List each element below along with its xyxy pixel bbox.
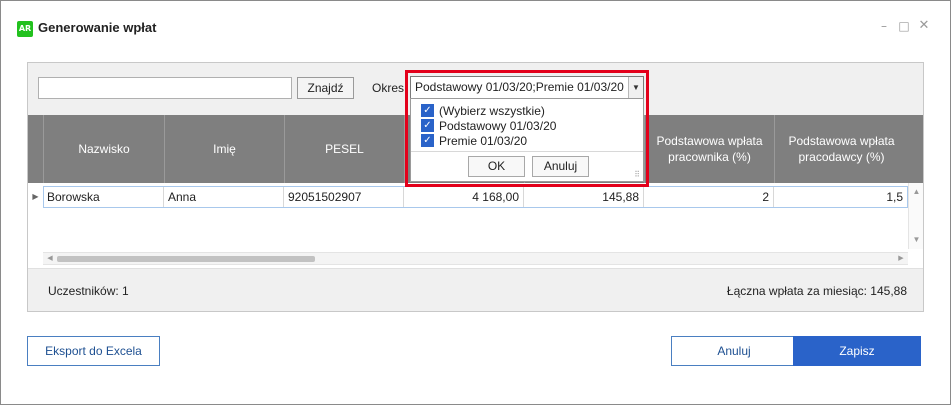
cancel-button[interactable]: Anuluj [671, 336, 797, 366]
close-icon[interactable]: ✕ [917, 19, 931, 33]
title-bar: AR Generowanie wpłat – □ ✕ [1, 1, 950, 51]
cell-pesel[interactable]: 92051502907 [284, 186, 404, 208]
scroll-down-icon[interactable]: ▼ [909, 235, 924, 244]
scroll-left-icon[interactable]: ◀ [44, 253, 56, 265]
save-button[interactable]: Zapisz [793, 336, 921, 366]
window-title: Generowanie wpłat [38, 20, 157, 35]
cell-surname[interactable]: Borowska [43, 186, 164, 208]
column-header-pesel[interactable]: PESEL [284, 115, 404, 183]
column-header-employer-rate[interactable]: Podstawowa wpłata pracodawcy (%) [774, 115, 908, 183]
chevron-down-icon[interactable]: ▼ [628, 77, 643, 98]
vertical-scrollbar[interactable]: ▲ ▼ [908, 183, 923, 249]
period-select[interactable]: Podstawowy 01/03/20;Premie 01/03/20 ▼ [410, 76, 644, 99]
find-button[interactable]: Znajdź [297, 77, 354, 99]
period-select-value: Podstawowy 01/03/20;Premie 01/03/20 [415, 80, 624, 94]
maximize-icon[interactable]: □ [897, 19, 911, 33]
column-header-surname[interactable]: Nazwisko [43, 115, 164, 183]
option-basic[interactable]: ✓ Podstawowy 01/03/20 [421, 118, 556, 133]
horizontal-scrollbar[interactable]: ◀ ▶ [43, 252, 908, 265]
minimize-icon[interactable]: – [877, 19, 891, 33]
option-label: (Wybierz wszystkie) [439, 103, 545, 118]
checkbox-checked-icon[interactable]: ✓ [421, 104, 434, 117]
period-dropdown: ✓ (Wybierz wszystkie) ✓ Podstawowy 01/03… [410, 98, 644, 182]
column-header-employee-rate[interactable]: Podstawowa wpłata pracownika (%) [644, 115, 774, 183]
cell-firstname[interactable]: Anna [164, 186, 284, 208]
column-header-firstname[interactable]: Imię [164, 115, 284, 183]
checkbox-checked-icon[interactable]: ✓ [421, 134, 434, 147]
monthly-total: Łączna wpłata za miesiąc: 145,88 [726, 284, 907, 298]
checkbox-checked-icon[interactable]: ✓ [421, 119, 434, 132]
participants-count: Uczestników: 1 [48, 284, 129, 298]
export-excel-button[interactable]: Eksport do Excela [27, 336, 160, 366]
period-label: Okres: [372, 81, 408, 95]
dropdown-divider [411, 151, 643, 152]
app-icon: AR [17, 21, 33, 37]
dialog-window: AR Generowanie wpłat – □ ✕ Znajdź Okres:… [0, 0, 951, 405]
row-selector-header [28, 115, 43, 183]
scroll-up-icon[interactable]: ▲ [909, 187, 924, 196]
cell-contribution[interactable]: 145,88 [524, 186, 644, 208]
horizontal-scroll-thumb[interactable] [57, 256, 315, 262]
option-bonus[interactable]: ✓ Premie 01/03/20 [421, 133, 527, 148]
table-row[interactable]: ▶ Borowska Anna 92051502907 4 168,00 145… [28, 186, 908, 208]
cell-employee-rate[interactable]: 2 [644, 186, 774, 208]
option-label: Podstawowy 01/03/20 [439, 118, 557, 133]
cell-salary[interactable]: 4 168,00 [404, 186, 524, 208]
search-input[interactable] [38, 77, 292, 99]
dropdown-ok-button[interactable]: OK [468, 156, 525, 177]
cell-employer-rate[interactable]: 1,5 [774, 186, 908, 208]
resize-grip-icon[interactable]: ⠿ [634, 171, 640, 179]
option-select-all[interactable]: ✓ (Wybierz wszystkie) [421, 103, 545, 118]
option-label: Premie 01/03/20 [439, 133, 528, 148]
row-indicator-icon: ▶ [32, 192, 39, 201]
scroll-right-icon[interactable]: ▶ [895, 253, 907, 265]
dropdown-cancel-button[interactable]: Anuluj [532, 156, 589, 177]
